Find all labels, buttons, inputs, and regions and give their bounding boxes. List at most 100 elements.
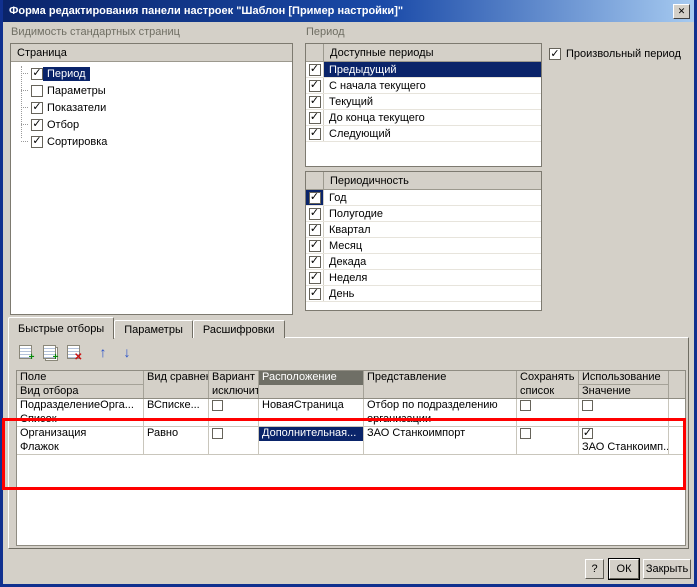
page-label-period[interactable]: Период (43, 67, 90, 81)
page-item-parameters[interactable]: Параметры (11, 82, 292, 99)
page-checkbox-period[interactable] (31, 68, 43, 80)
periodicity-checkbox[interactable] (309, 272, 321, 284)
add-row-button[interactable]: + (15, 343, 35, 361)
period-item-current[interactable]: Текущий (306, 94, 541, 110)
checkbox-cell[interactable] (306, 190, 324, 205)
custom-period-checkbox[interactable] (549, 48, 561, 60)
page-checkbox-sorting[interactable] (31, 136, 43, 148)
filter-row-organization[interactable]: Организация Флажок Равно Дополнительная.… (17, 427, 685, 455)
checkbox-cell[interactable] (306, 270, 324, 285)
period-label[interactable]: Следующий (324, 126, 541, 141)
filters-table[interactable]: Поле Вид отбора Вид сравнения Вариант ис… (16, 370, 686, 546)
pages-list-header[interactable]: Страница (11, 44, 292, 62)
column-header-exclude[interactable]: Вариант исключить (209, 371, 259, 398)
checkbox-cell[interactable] (306, 254, 324, 269)
period-label[interactable]: До конца текущего (324, 110, 541, 125)
cell-presentation[interactable]: ЗАО Станкоимпорт (364, 427, 517, 454)
page-item-indicators[interactable]: Показатели (11, 99, 292, 116)
periodicity-checkbox[interactable] (309, 192, 321, 204)
cell-location[interactable]: Дополнительная... (259, 427, 364, 454)
checkbox-cell[interactable] (306, 222, 324, 237)
periodicity-label[interactable]: Декада (324, 254, 541, 269)
cell-presentation[interactable]: Отбор по подразделению организации (364, 399, 517, 426)
delete-row-button[interactable]: ✕ (63, 343, 83, 361)
periodicity-item-week[interactable]: Неделя (306, 270, 541, 286)
column-header-location[interactable]: Расположение (259, 371, 364, 398)
available-periods-header[interactable]: Доступные периоды (306, 44, 541, 62)
move-up-button[interactable]: ↑ (93, 343, 113, 361)
column-header-comparison[interactable]: Вид сравнения (144, 371, 209, 398)
periodicity-label[interactable]: Неделя (324, 270, 541, 285)
periodicity-checkbox[interactable] (309, 240, 321, 252)
period-label[interactable]: Текущий (324, 94, 541, 109)
column-header-save-list[interactable]: Сохранять список (517, 371, 579, 398)
cell-field[interactable]: Организация Флажок (17, 427, 144, 454)
page-label-parameters[interactable]: Параметры (43, 84, 110, 98)
filters-table-header[interactable]: Поле Вид отбора Вид сравнения Вариант ис… (17, 371, 685, 399)
period-item-previous[interactable]: Предыдущий (306, 62, 541, 78)
cell-use[interactable]: ЗАО Станкоимп... (579, 427, 669, 454)
page-label-sorting[interactable]: Сортировка (43, 135, 111, 149)
available-periods-body[interactable]: Предыдущий С начала текущего Текущий До … (306, 62, 541, 142)
save-list-checkbox[interactable] (520, 428, 531, 439)
cell-save-list[interactable] (517, 399, 579, 426)
filter-row-subdivision[interactable]: ПодразделениеОрга... Список ВСписке... Н… (17, 399, 685, 427)
page-item-filter[interactable]: Отбор (11, 116, 292, 133)
period-label[interactable]: С начала текущего (324, 78, 541, 93)
periodicity-checkbox[interactable] (309, 208, 321, 220)
page-checkbox-filter[interactable] (31, 119, 43, 131)
cell-exclude[interactable] (209, 399, 259, 426)
period-checkbox[interactable] (309, 80, 321, 92)
periodicity-body[interactable]: Год Полугодие Квартал Месяц Декада (306, 190, 541, 302)
tab-decryptions[interactable]: Расшифровки (193, 320, 285, 338)
exclude-checkbox[interactable] (212, 428, 223, 439)
cell-save-list[interactable] (517, 427, 579, 454)
period-checkbox[interactable] (309, 64, 321, 76)
periodicity-item-decade[interactable]: Декада (306, 254, 541, 270)
page-item-sorting[interactable]: Сортировка (11, 133, 292, 150)
periodicity-label[interactable]: День (324, 286, 541, 301)
ok-button[interactable]: ОК (609, 559, 639, 579)
close-dialog-button[interactable]: Закрыть (643, 559, 691, 579)
period-item-to-end[interactable]: До конца текущего (306, 110, 541, 126)
period-checkbox[interactable] (309, 96, 321, 108)
titlebar[interactable]: Форма редактирования панели настроек "Ша… (3, 0, 694, 22)
column-header-presentation[interactable]: Представление (364, 371, 517, 398)
periodicity-item-day[interactable]: День (306, 286, 541, 302)
period-item-from-start[interactable]: С начала текущего (306, 78, 541, 94)
cell-location[interactable]: НоваяСтраница (259, 399, 364, 426)
periodicity-item-month[interactable]: Месяц (306, 238, 541, 254)
checkbox-cell[interactable] (306, 126, 324, 141)
page-label-filter[interactable]: Отбор (43, 118, 83, 132)
cell-field[interactable]: ПодразделениеОрга... Список (17, 399, 144, 426)
help-button[interactable]: ? (585, 559, 604, 579)
period-label[interactable]: Предыдущий (324, 62, 541, 77)
periodicity-header[interactable]: Периодичность (306, 172, 541, 190)
checkbox-cell[interactable] (306, 238, 324, 253)
move-down-button[interactable]: ↓ (117, 343, 137, 361)
page-checkbox-parameters[interactable] (31, 85, 43, 97)
filters-table-body[interactable]: ПодразделениеОрга... Список ВСписке... Н… (17, 399, 685, 546)
periodicity-label[interactable]: Месяц (324, 238, 541, 253)
periodicity-item-year[interactable]: Год (306, 190, 541, 206)
checkbox-cell[interactable] (306, 62, 324, 77)
page-item-period[interactable]: Период (11, 65, 292, 82)
tab-parameters[interactable]: Параметры (114, 320, 193, 338)
checkbox-cell[interactable] (306, 94, 324, 109)
cell-comparison[interactable]: ВСписке... (144, 399, 209, 426)
periodicity-label[interactable]: Квартал (324, 222, 541, 237)
tab-quick-filters[interactable]: Быстрые отборы (8, 317, 114, 339)
use-checkbox[interactable] (582, 428, 593, 439)
periodicity-item-quarter[interactable]: Квартал (306, 222, 541, 238)
periodicity-label[interactable]: Полугодие (324, 206, 541, 221)
custom-period-option[interactable]: Произвольный период (549, 48, 681, 60)
cell-comparison[interactable]: Равно (144, 427, 209, 454)
page-checkbox-indicators[interactable] (31, 102, 43, 114)
period-item-next[interactable]: Следующий (306, 126, 541, 142)
column-header-use[interactable]: Использование Значение (579, 371, 669, 398)
page-label-indicators[interactable]: Показатели (43, 101, 110, 115)
checkbox-cell[interactable] (306, 110, 324, 125)
pages-list-body[interactable]: Период Параметры Показатели Отбор (11, 62, 292, 150)
checkbox-cell[interactable] (306, 286, 324, 301)
save-list-checkbox[interactable] (520, 400, 531, 411)
